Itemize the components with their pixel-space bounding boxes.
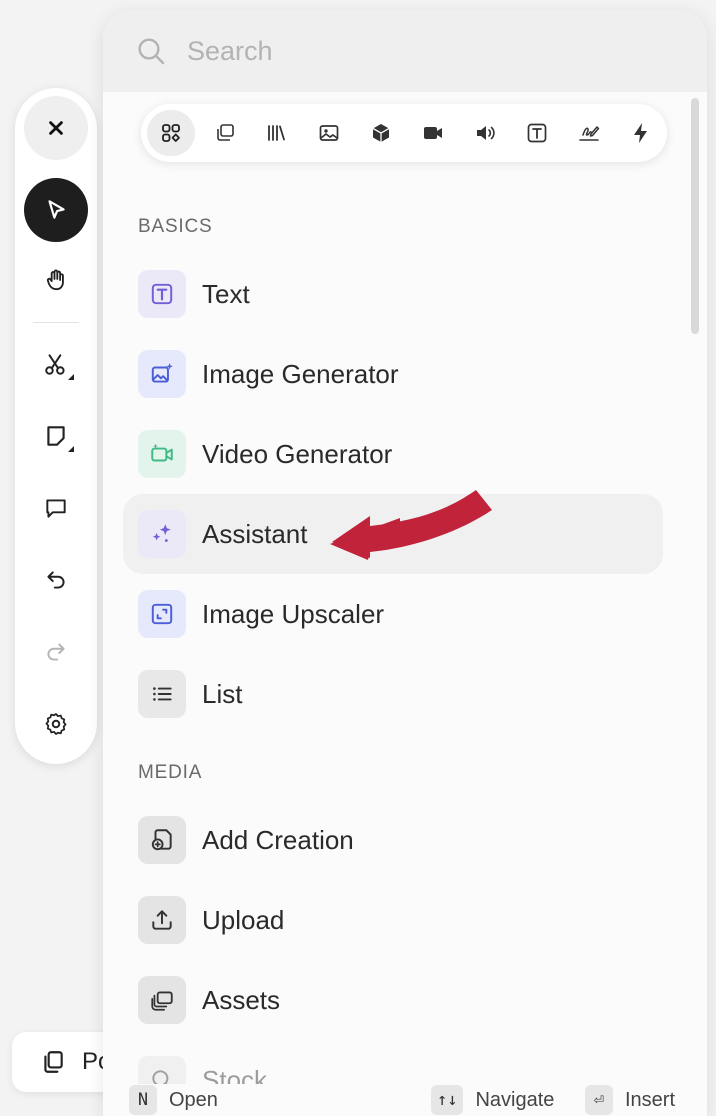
filter-images[interactable]: [303, 110, 355, 156]
item-label: Assets: [202, 984, 281, 1015]
sticky-note-button[interactable]: [24, 404, 88, 468]
item-icon-box: [138, 350, 186, 398]
item-icon-box: [138, 430, 186, 478]
filter-layers[interactable]: [199, 110, 251, 156]
list-item-list[interactable]: List: [123, 654, 663, 734]
submenu-indicator: [68, 374, 74, 380]
item-icon-box: [138, 816, 186, 864]
item-label: Upload: [202, 904, 285, 935]
pages-icon: [44, 1051, 63, 1073]
sparkles-icon: [152, 524, 171, 542]
list-item-video-generator[interactable]: Video Generator: [123, 414, 663, 494]
item-icon-box: [138, 670, 186, 718]
filter-draw[interactable]: [563, 110, 615, 156]
cube-icon: [372, 124, 390, 142]
list-item-image-upscaler[interactable]: Image Upscaler: [123, 574, 663, 654]
item-icon-box: [138, 510, 186, 558]
section-heading-media: MEDIA: [138, 762, 203, 783]
list-item-assets[interactable]: Assets: [123, 960, 663, 1040]
hint-navigate-label: Navigate: [475, 1088, 555, 1111]
close-button[interactable]: [24, 96, 88, 160]
undo-button[interactable]: [24, 548, 88, 612]
search-input[interactable]: [187, 35, 587, 67]
left-toolbar: [15, 88, 97, 764]
keyboard-hints-footer: N Open ↑↓ Navigate ⏎ Insert: [103, 1084, 707, 1116]
category-filter-bar: [141, 104, 667, 162]
comment-icon: [46, 499, 66, 518]
filter-video[interactable]: [407, 110, 459, 156]
filter-audio[interactable]: [459, 110, 511, 156]
pen-sign-icon: [579, 126, 600, 141]
list-icon: [153, 687, 172, 701]
search-bar: [103, 10, 707, 92]
item-icon-box: [138, 976, 186, 1024]
lightning-icon: [634, 123, 647, 143]
item-label: Image Generator: [202, 358, 399, 389]
text-box-icon: [527, 123, 547, 143]
image-generator-icon: [151, 363, 173, 383]
upload-icon: [152, 910, 172, 930]
redo-icon: [47, 643, 65, 661]
image-icon: [319, 125, 339, 141]
video-camera-icon: [424, 127, 442, 139]
filter-actions[interactable]: [615, 110, 667, 156]
key-open: N: [129, 1085, 157, 1115]
sticky-note-icon: [47, 426, 65, 446]
gear-icon: [45, 713, 67, 735]
item-icon-box: [138, 590, 186, 638]
list-item-image-generator[interactable]: Image Generator: [123, 334, 663, 414]
hint-insert-label: Insert: [625, 1088, 676, 1111]
filter-3d[interactable]: [355, 110, 407, 156]
list-item-add-creation[interactable]: Add Creation: [123, 800, 663, 880]
select-tool-button[interactable]: [24, 178, 88, 242]
hint-navigate: ↑↓ Navigate: [431, 1085, 554, 1115]
video-generator-icon: [151, 443, 173, 462]
item-label: Assistant: [202, 518, 308, 549]
comment-button[interactable]: [24, 476, 88, 540]
redo-button[interactable]: [24, 620, 88, 684]
filter-library[interactable]: [251, 110, 303, 156]
item-icon-box: [138, 896, 186, 944]
key-insert: ⏎: [585, 1085, 613, 1115]
item-icon-box: [138, 270, 186, 318]
hand-icon: [46, 269, 64, 291]
hint-insert: ⏎ Insert: [585, 1085, 675, 1115]
close-icon: [49, 121, 63, 135]
scissors-icon: [45, 354, 65, 375]
speaker-icon: [477, 126, 495, 140]
toolbar-divider: [33, 322, 79, 323]
hint-open-label: Open: [169, 1088, 218, 1111]
item-label: Image Upscaler: [202, 598, 385, 629]
settings-button[interactable]: [24, 692, 88, 756]
cursor-icon: [48, 200, 65, 219]
undo-icon: [47, 571, 65, 589]
search-icon: [138, 38, 165, 65]
submenu-indicator: [68, 446, 74, 452]
grid-icon: [162, 124, 180, 142]
key-navigate: ↑↓: [431, 1085, 464, 1115]
add-creation-icon: [151, 829, 172, 851]
filter-text[interactable]: [511, 110, 563, 156]
filter-all[interactable]: [147, 110, 195, 156]
list-item-text[interactable]: Text: [123, 254, 663, 334]
list-item-upload[interactable]: Upload: [123, 880, 663, 960]
library-icon: [268, 125, 285, 141]
item-label: List: [202, 678, 243, 709]
upscale-icon: [151, 603, 173, 625]
item-label: Add Creation: [202, 824, 354, 855]
hand-tool-button[interactable]: [24, 248, 88, 312]
insert-panel: BASICS Text Image Generator Video Genera…: [103, 10, 707, 1116]
scrollbar[interactable]: [691, 98, 699, 334]
item-label: Video Generator: [202, 438, 393, 469]
item-label: Text: [202, 278, 250, 309]
stack-icon: [217, 124, 234, 141]
assets-icon: [151, 991, 173, 1011]
cut-tool-button[interactable]: [24, 332, 88, 396]
text-icon: [151, 283, 173, 305]
hint-open: N Open: [129, 1085, 218, 1115]
pointer-arrow-icon: [330, 490, 492, 560]
section-heading-basics: BASICS: [138, 216, 213, 237]
